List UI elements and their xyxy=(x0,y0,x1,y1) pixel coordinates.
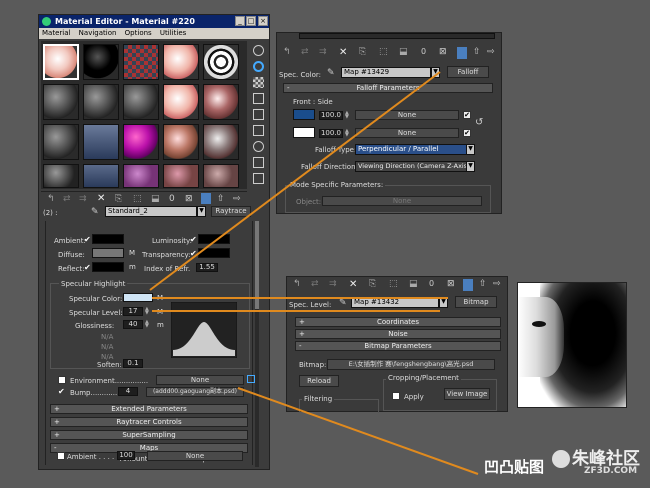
site-logo-icon xyxy=(552,450,570,468)
site-url: ZF3D.COM xyxy=(584,466,638,476)
bump-map-caption: 凹凸贴图 xyxy=(484,458,545,476)
leader-line-bump xyxy=(237,387,479,475)
leader-line-specular-color xyxy=(149,71,441,291)
leader-lines xyxy=(149,71,479,475)
